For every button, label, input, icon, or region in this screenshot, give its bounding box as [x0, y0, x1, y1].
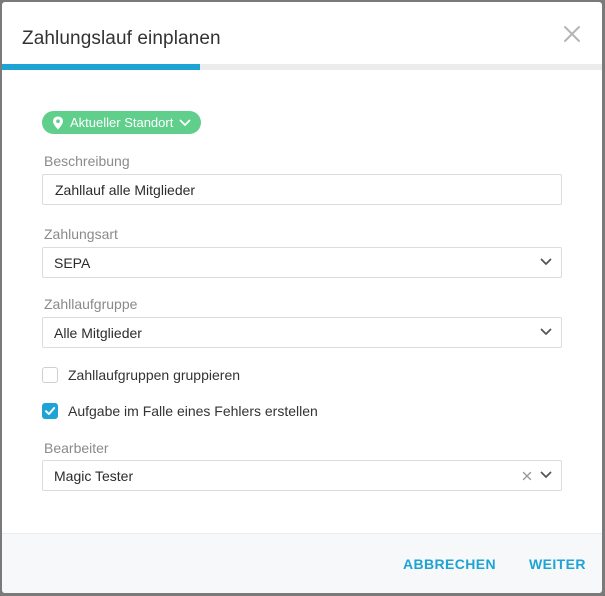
description-input[interactable]	[43, 175, 561, 204]
editor-value: Magic Tester	[54, 468, 134, 484]
dialog-footer: ABBRECHEN WEITER	[2, 533, 602, 593]
progress-bar	[2, 64, 602, 70]
run-group-label: Zahllaufgruppe	[44, 296, 138, 312]
close-icon[interactable]	[560, 22, 584, 46]
checkmark-icon	[45, 407, 56, 415]
chevron-down-icon	[179, 119, 191, 126]
chevron-down-icon	[540, 258, 552, 265]
editor-select[interactable]: Magic Tester	[42, 460, 562, 491]
group-checkbox[interactable]	[42, 367, 58, 383]
group-checkbox-row[interactable]: Zahllaufgruppen gruppieren	[42, 367, 240, 383]
dialog-title: Zahlungslauf einplanen	[22, 28, 221, 49]
dialog-header: Zahlungslauf einplanen	[2, 2, 602, 64]
description-field[interactable]	[42, 174, 562, 205]
run-group-value: Alle Mitglieder	[54, 325, 142, 341]
map-pin-icon	[53, 116, 63, 129]
next-button[interactable]: WEITER	[529, 556, 586, 572]
payment-type-value: SEPA	[54, 255, 91, 271]
chevron-down-icon	[540, 471, 552, 478]
clear-icon[interactable]	[522, 471, 532, 481]
progress-bar-fill	[2, 64, 200, 70]
chevron-down-icon	[540, 328, 552, 335]
payment-type-select[interactable]: SEPA	[42, 247, 562, 278]
task-checkbox-label: Aufgabe im Falle eines Fehlers erstellen	[68, 403, 318, 419]
cancel-button[interactable]: ABBRECHEN	[403, 556, 496, 572]
location-badge[interactable]: Aktueller Standort	[42, 111, 202, 134]
task-checkbox-row[interactable]: Aufgabe im Falle eines Fehlers erstellen	[42, 403, 318, 419]
editor-label: Bearbeiter	[44, 440, 109, 456]
run-group-select[interactable]: Alle Mitglieder	[42, 317, 562, 348]
group-checkbox-label: Zahllaufgruppen gruppieren	[68, 367, 241, 383]
description-label: Beschreibung	[44, 153, 130, 169]
payment-type-label: Zahlungsart	[44, 226, 118, 242]
task-checkbox[interactable]	[42, 403, 58, 419]
dialog: Zahlungslauf einplanen Aktueller Standor…	[2, 2, 602, 593]
location-badge-label: Aktueller Standort	[70, 115, 174, 130]
